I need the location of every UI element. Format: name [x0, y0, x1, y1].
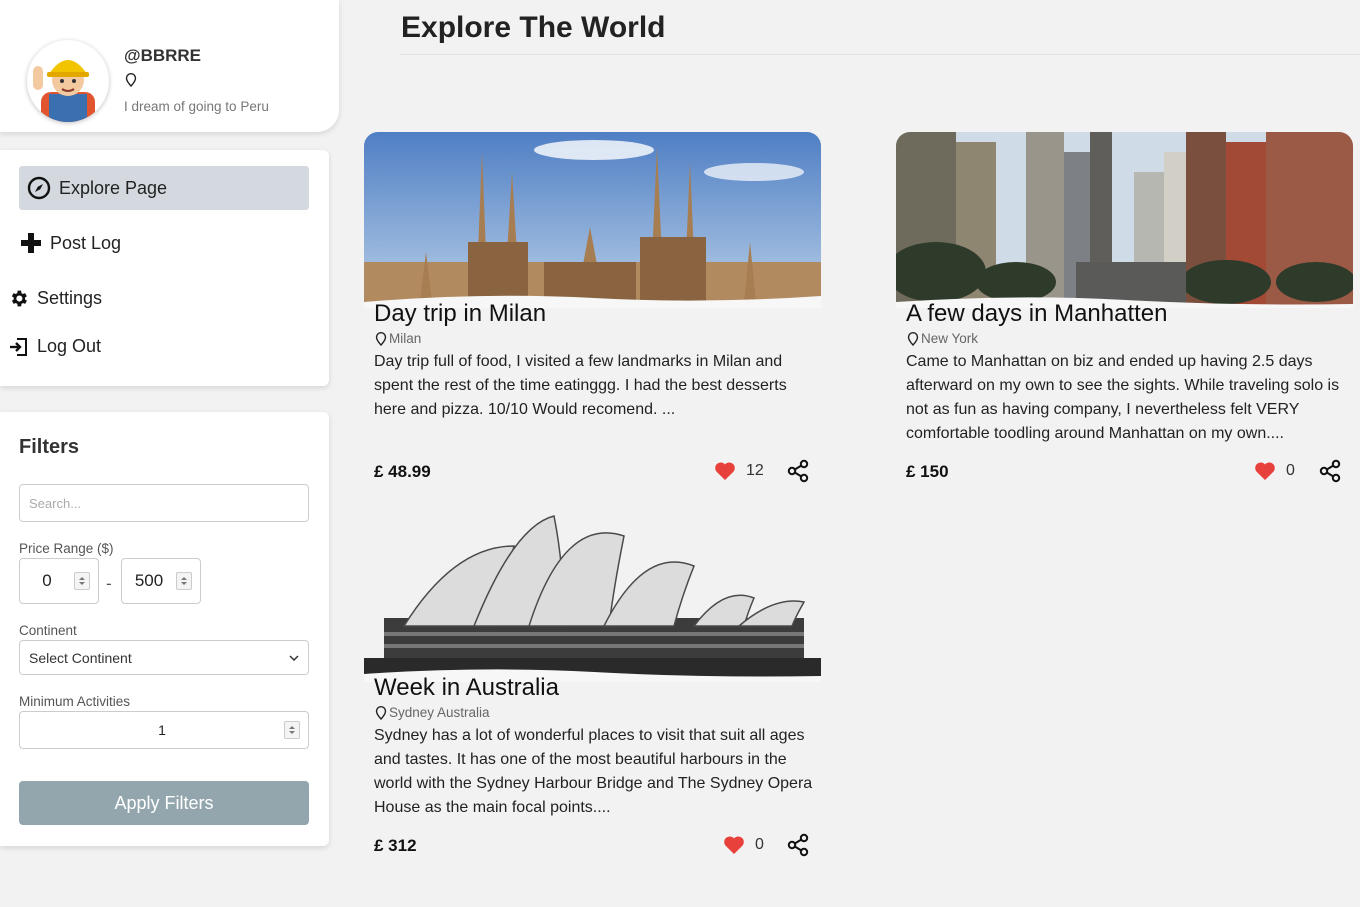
share-icon[interactable] — [786, 459, 810, 483]
chevron-down-icon — [289, 654, 299, 661]
price-max-stepper[interactable] — [176, 572, 192, 590]
post-card[interactable]: A few days in Manhatten New York Came to… — [896, 132, 1353, 483]
avatar[interactable] — [27, 40, 109, 122]
gear-icon — [11, 290, 27, 307]
profile-card: @BBRRE I dream of going to Peru — [0, 0, 339, 132]
nav-log-out[interactable]: Log Out — [9, 336, 101, 357]
location-pin-icon — [375, 705, 387, 720]
post-image — [896, 132, 1353, 308]
price-range-label: Price Range ($) — [19, 541, 114, 556]
post-description: Came to Manhattan on biz and ended up ha… — [906, 353, 1340, 442]
price-min-input[interactable]: 0 — [19, 558, 99, 604]
like-button[interactable]: 12 — [714, 461, 764, 481]
min-activities-label: Minimum Activities — [19, 694, 131, 709]
post-card[interactable]: Week in Australia Sydney Australia Sydne… — [364, 506, 821, 857]
post-price: £ 312 — [374, 836, 417, 855]
heart-icon — [1255, 462, 1275, 480]
nav-settings-label: Settings — [37, 288, 103, 308]
continent-label: Continent — [19, 623, 77, 638]
min-activities-stepper[interactable] — [284, 721, 300, 739]
nav-settings[interactable]: Settings — [8, 288, 102, 309]
page-title: Explore The World — [401, 11, 666, 44]
nav-menu: Explore Page Post Log Settings Log Out — [0, 150, 329, 386]
nav-explore-page[interactable]: Explore Page — [19, 166, 309, 210]
filters-title: Filters — [19, 436, 80, 458]
post-location-text: Milan — [389, 331, 422, 346]
post-image — [364, 506, 821, 682]
filters-panel: Filters Price Range ($) 0 - 500 Continen… — [0, 412, 329, 846]
like-count: 12 — [746, 462, 764, 479]
price-max-value: 500 — [134, 571, 164, 590]
location-pin-icon — [907, 331, 919, 346]
logout-icon — [10, 337, 27, 356]
profile-bio: I dream of going to Peru — [124, 99, 269, 114]
post-title[interactable]: Week in Australia — [374, 674, 559, 702]
post-location: New York — [907, 331, 978, 346]
continent-select-value: Select Continent — [29, 649, 132, 666]
post-description: Sydney has a lot of wonderful places to … — [374, 727, 813, 816]
like-count: 0 — [755, 836, 764, 853]
post-location-text: New York — [921, 331, 979, 346]
post-card[interactable]: Day trip in Milan Milan Day trip full of… — [364, 132, 821, 483]
price-min-value: 0 — [42, 571, 52, 590]
profile-username: @BBRRE — [124, 46, 202, 65]
like-count: 0 — [1286, 462, 1295, 479]
nav-explore-label: Explore Page — [59, 177, 168, 198]
search-input[interactable] — [19, 484, 309, 522]
compass-icon — [27, 176, 51, 200]
continent-select[interactable]: Select Continent — [19, 640, 309, 675]
location-pin-icon — [375, 331, 387, 346]
post-price: £ 150 — [906, 462, 949, 481]
post-location: Sydney Australia — [375, 705, 490, 720]
min-activities-input[interactable]: 1 — [19, 711, 309, 749]
heart-icon — [715, 462, 735, 480]
post-location: Milan — [375, 331, 421, 346]
nav-log-out-label: Log Out — [37, 336, 102, 356]
title-divider — [399, 54, 1360, 55]
share-icon[interactable] — [1318, 459, 1342, 483]
price-max-input[interactable]: 500 — [121, 558, 201, 604]
share-icon[interactable] — [786, 833, 810, 857]
like-button[interactable]: 0 — [723, 835, 764, 855]
heart-icon — [724, 836, 744, 854]
price-separator: - — [106, 574, 112, 593]
post-price: £ 48.99 — [374, 462, 431, 481]
post-description: Day trip full of food, I visited a few l… — [374, 353, 787, 418]
post-title[interactable]: Day trip in Milan — [374, 300, 546, 328]
like-button[interactable]: 0 — [1254, 461, 1295, 481]
post-location-text: Sydney Australia — [389, 705, 490, 720]
post-image — [364, 132, 821, 308]
min-activities-value: 1 — [158, 722, 166, 738]
nav-post-log-label: Post Log — [50, 232, 122, 253]
price-min-stepper[interactable] — [74, 572, 90, 590]
nav-post-log[interactable]: Post Log — [20, 232, 121, 254]
apply-filters-button[interactable]: Apply Filters — [19, 781, 309, 825]
location-pin-icon — [125, 73, 137, 87]
post-title[interactable]: A few days in Manhatten — [906, 300, 1168, 328]
plus-icon — [21, 233, 41, 253]
